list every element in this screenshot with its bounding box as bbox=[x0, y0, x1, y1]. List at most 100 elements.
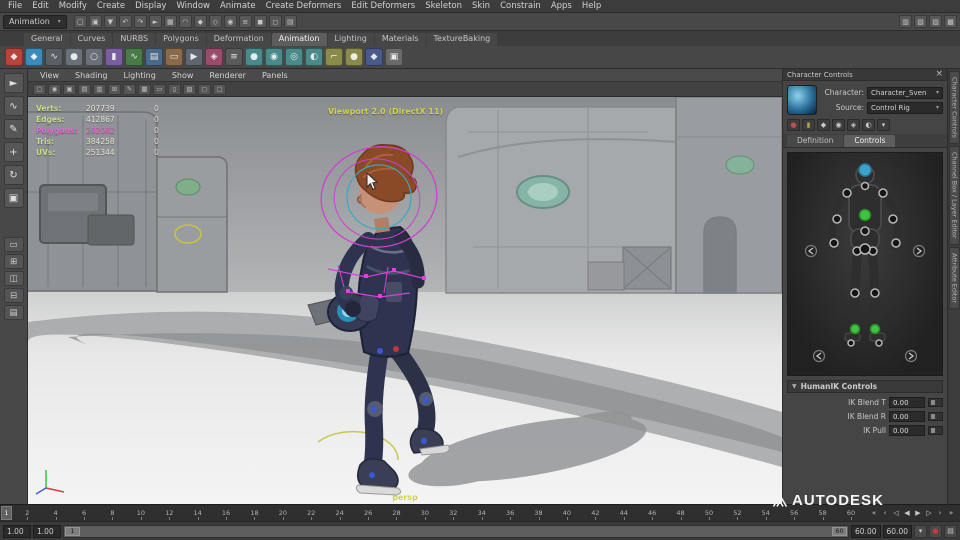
select-tool-icon[interactable]: ► bbox=[3, 73, 24, 93]
mirror-icon[interactable]: ◐ bbox=[862, 119, 875, 131]
shelf-orient-constraint-icon[interactable]: ◎ bbox=[285, 48, 303, 66]
snap-to-plane-icon[interactable]: ◇ bbox=[208, 15, 222, 28]
menubar-item[interactable]: Edit bbox=[27, 0, 53, 13]
menubar-item[interactable]: Edit Deformers bbox=[346, 0, 420, 13]
viewport-menu-item[interactable]: Shading bbox=[67, 69, 116, 82]
menubar-item[interactable]: Constrain bbox=[495, 0, 546, 13]
close-icon[interactable]: × bbox=[935, 70, 943, 79]
make-live-icon[interactable]: ◉ bbox=[223, 15, 237, 28]
slider-knob[interactable] bbox=[931, 414, 935, 419]
shelf-tab[interactable]: Lighting bbox=[327, 33, 374, 46]
viewport-menu-item[interactable]: View bbox=[32, 69, 67, 82]
shelf-unghost-icon[interactable]: ○ bbox=[85, 48, 103, 66]
grid-icon[interactable]: ▦ bbox=[138, 83, 151, 95]
step-back-frame-button[interactable]: ‹ bbox=[880, 507, 890, 520]
menubar-item[interactable]: Create bbox=[92, 0, 130, 13]
shelf-tab[interactable]: NURBS bbox=[113, 33, 156, 46]
shelf-tab[interactable]: Curves bbox=[70, 33, 113, 46]
camera-attributes-icon[interactable]: ▣ bbox=[63, 83, 76, 95]
shelf-tab[interactable]: Materials bbox=[374, 33, 426, 46]
slider-knob[interactable] bbox=[931, 400, 935, 405]
menubar-item[interactable]: Window bbox=[171, 0, 215, 13]
ipr-render-icon[interactable]: ◻ bbox=[268, 15, 282, 28]
viewport-menu-item[interactable]: Lighting bbox=[115, 69, 163, 82]
playback-start-field[interactable]: 1.00 bbox=[33, 524, 61, 538]
go-to-end-button[interactable]: » bbox=[946, 507, 956, 520]
shelf-playblast-icon[interactable]: ▶ bbox=[185, 48, 203, 66]
paint-select-tool-icon[interactable]: ✎ bbox=[3, 119, 24, 139]
side-panel-tab[interactable]: Character Controls bbox=[948, 71, 960, 145]
undo-icon[interactable]: ↶ bbox=[118, 15, 132, 28]
grease-pencil-icon[interactable]: ✎ bbox=[123, 83, 136, 95]
render-frame-icon[interactable]: ◼ bbox=[253, 15, 267, 28]
shelf-tab[interactable]: Polygons bbox=[156, 33, 206, 46]
shelf-tab[interactable]: Deformation bbox=[206, 33, 271, 46]
time-slider[interactable]: 1 2 4 6 8 10 12 14 16 18 20 22 24 26 28 30 32 34 36 38 40 42… bbox=[0, 505, 865, 521]
shelf-set-driven-key-icon[interactable]: ◈ bbox=[205, 48, 223, 66]
shelf-expression-icon[interactable]: ≡ bbox=[225, 48, 243, 66]
lock-character-icon[interactable]: ▮ bbox=[802, 119, 815, 131]
persp-outliner-layout-icon[interactable]: ◫ bbox=[3, 271, 24, 286]
attribute-editor-toggle-icon[interactable]: ▥ bbox=[899, 15, 912, 28]
menubar-item[interactable]: Skeleton bbox=[420, 0, 467, 13]
range-start-handle[interactable]: 1 bbox=[65, 526, 80, 536]
menubar-item[interactable]: Skin bbox=[467, 0, 495, 13]
play-backwards-button[interactable]: ◀ bbox=[902, 507, 912, 520]
new-scene-icon[interactable]: ▢ bbox=[73, 15, 87, 28]
image-plane-icon[interactable]: ▥ bbox=[93, 83, 106, 95]
pan-zoom-icon[interactable]: ⊞ bbox=[108, 83, 121, 95]
auto-keyframe-icon[interactable]: ● bbox=[929, 524, 942, 538]
ik-slider[interactable] bbox=[928, 398, 943, 407]
shelf-ghost-icon[interactable]: ● bbox=[65, 48, 83, 66]
lock-camera-icon[interactable]: ◉ bbox=[48, 83, 61, 95]
safe-action-icon[interactable]: ◻ bbox=[198, 83, 211, 95]
viewport-menu-item[interactable]: Panels bbox=[254, 69, 296, 82]
hypershade-layout-icon[interactable]: ▤ bbox=[3, 305, 24, 320]
range-slider[interactable]: 1 60 bbox=[63, 524, 850, 538]
source-select[interactable]: Control Rig ▾ bbox=[867, 101, 943, 114]
shelf-create-clip-icon[interactable]: ▮ bbox=[105, 48, 123, 66]
safe-title-icon[interactable]: □ bbox=[213, 83, 226, 95]
shelf-aim-constraint-icon[interactable]: ◉ bbox=[265, 48, 283, 66]
ik-value-field[interactable]: 0.00 bbox=[889, 425, 925, 436]
control-rig-icon[interactable]: ◉ bbox=[832, 119, 845, 131]
channel-box-toggle-icon[interactable]: ▨ bbox=[929, 15, 942, 28]
shelf-motion-trail-icon[interactable]: ∿ bbox=[45, 48, 63, 66]
save-scene-icon[interactable]: ▼ bbox=[103, 15, 117, 28]
viewport-menu-item[interactable]: Renderer bbox=[201, 69, 254, 82]
step-forward-key-button[interactable]: ▷ bbox=[924, 507, 934, 520]
move-tool-icon[interactable]: + bbox=[3, 142, 24, 162]
viewport-menu-item[interactable]: Show bbox=[164, 69, 202, 82]
edit-character-icon[interactable]: ● bbox=[787, 119, 800, 131]
snap-to-point-icon[interactable]: ◆ bbox=[193, 15, 207, 28]
shelf-point-constraint-icon[interactable]: ● bbox=[245, 48, 263, 66]
viewport-scene[interactable]: Verts: 207739 0 Edges: 412867 0 Polygons… bbox=[28, 97, 782, 504]
shelf-tab[interactable]: TextureBaking bbox=[426, 33, 498, 46]
open-scene-icon[interactable]: ▣ bbox=[88, 15, 102, 28]
hik-tab[interactable]: Definition bbox=[787, 135, 844, 147]
film-gate-icon[interactable]: ▭ bbox=[153, 83, 166, 95]
menubar-item[interactable]: Create Deformers bbox=[261, 0, 347, 13]
shelf-tab[interactable]: General bbox=[24, 33, 70, 46]
animation-end-field[interactable]: 60.00 bbox=[882, 524, 912, 538]
render-settings-icon[interactable]: ▤ bbox=[283, 15, 297, 28]
menubar-item[interactable]: Modify bbox=[54, 0, 92, 13]
shelf-parent-constraint-icon[interactable]: ◐ bbox=[305, 48, 323, 66]
single-pane-layout-icon[interactable]: ▭ bbox=[3, 237, 24, 252]
select-mode-icon[interactable]: ► bbox=[148, 15, 162, 28]
character-map[interactable] bbox=[787, 152, 943, 376]
snap-to-curve-icon[interactable]: ◠ bbox=[178, 15, 192, 28]
rotate-tool-icon[interactable]: ↻ bbox=[3, 165, 24, 185]
hik-tab[interactable]: Controls bbox=[844, 135, 896, 147]
menubar-item[interactable]: Display bbox=[130, 0, 171, 13]
side-panel-tab[interactable]: Attribute Editor bbox=[948, 246, 960, 309]
ik-slider[interactable] bbox=[928, 426, 943, 435]
ik-slider[interactable] bbox=[928, 412, 943, 421]
tool-settings-toggle-icon[interactable]: ▧ bbox=[914, 15, 927, 28]
shelf-tab[interactable]: Animation bbox=[271, 33, 327, 46]
menubar-item[interactable]: File bbox=[3, 0, 27, 13]
keying-mode-icon[interactable]: ◈ bbox=[847, 119, 860, 131]
character-set-menu-icon[interactable]: ▾ bbox=[914, 524, 927, 538]
character-select[interactable]: Character_Sven ▾ bbox=[867, 86, 943, 99]
workspace-toggle-icon[interactable]: ▩ bbox=[944, 15, 957, 28]
